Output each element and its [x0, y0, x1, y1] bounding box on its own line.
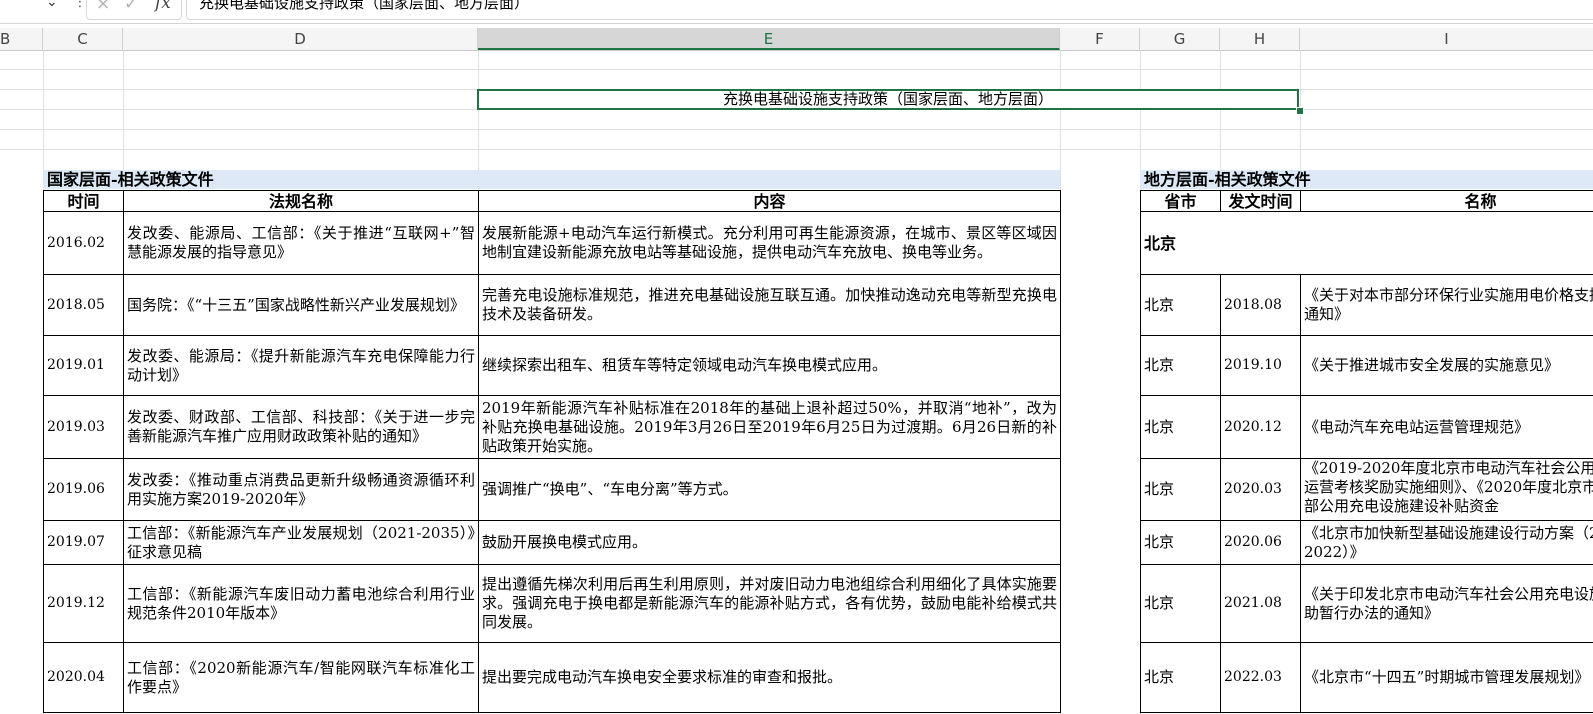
cell-time[interactable]: 2019.12	[43, 564, 124, 643]
column-header-i[interactable]: I	[1300, 28, 1593, 50]
column-header-bar: B C D E F G H I	[0, 28, 1593, 51]
cell-name[interactable]: 《2019-2020年度北京市电动汽车社会公用充电设施运营考核奖励实施细则》、《…	[1300, 458, 1593, 521]
name-box-dropdown-icon[interactable]: ⌄	[46, 0, 58, 10]
table-row: 2020.04 工信部：《2020新能源汽车/智能网联汽车标准化工作要点》 提出…	[43, 642, 1061, 713]
group-row: 北京	[1140, 211, 1593, 275]
cell-time[interactable]: 2020.12	[1220, 395, 1301, 459]
more-options-icon[interactable]: ⋮	[73, 0, 87, 10]
cell-time[interactable]: 2018.08	[1220, 274, 1301, 336]
column-header-b[interactable]: B	[0, 28, 43, 50]
header-name: 名称	[1300, 190, 1593, 212]
cell-name[interactable]: 发改委、能源局：《提升新能源汽车充电保障能力行动计划》	[123, 335, 479, 396]
cell-content[interactable]: 2019年新能源汽车补贴标准在2018年的基础上退补超过50%，并取消“地补”，…	[478, 395, 1061, 459]
group-label-beijing[interactable]: 北京	[1140, 211, 1593, 275]
cell-name[interactable]: 《关于对本市部分环保行业实施用电价格支持政策的通知》	[1300, 274, 1593, 336]
cell-content[interactable]: 完善充电设施标准规范，推进充电基础设施互联互通。加快推动逸动充电等新型充换电技术…	[478, 274, 1061, 336]
insert-function-icon[interactable]: fx	[155, 0, 171, 13]
cell-name[interactable]: 工信部：《新能源汽车废旧动力蓄电池综合利用行业规范条件2010年版本》	[123, 564, 479, 643]
cell-name[interactable]: 《北京市加快新型基础设施建设行动方案（2020-2022）》	[1300, 520, 1593, 565]
cell-city[interactable]: 北京	[1140, 520, 1221, 565]
cell-city[interactable]: 北京	[1140, 335, 1221, 396]
cell-content[interactable]: 鼓励开展换电模式应用。	[478, 520, 1061, 565]
table-row: 北京 2022.03 《北京市“十四五”时期城市管理发展规划》	[1140, 642, 1593, 713]
table-header-row: 时间 法规名称 内容	[43, 190, 1061, 212]
national-section-title: 国家层面-相关政策文件	[43, 170, 1060, 189]
table-row: 北京 2021.08 《关于印发北京市电动汽车社会公用充电设施运营补助暂行办法的…	[1140, 564, 1593, 643]
cell-name[interactable]: 工信部：《新能源汽车产业发展规划（2021-2035）》征求意见稿	[123, 520, 479, 565]
national-policy-table: 时间 法规名称 内容 2016.02 发改委、能源局、工信部：《关于推进“互联网…	[43, 190, 1061, 713]
cell-time[interactable]: 2020.04	[43, 642, 124, 713]
formula-bar: ⌄ ⋮ × ✓ fx 充换电基础设施支持政策（国家层面、地方层面）	[0, 0, 1593, 24]
cell-content[interactable]: 提出要完成电动汽车换电安全要求标准的审查和报批。	[478, 642, 1061, 713]
cell-content[interactable]: 发展新能源+电动汽车运行新模式。充分利用可再生能源资源，在城市、景区等区域因地制…	[478, 211, 1061, 275]
table-row: 北京 2020.06 《北京市加快新型基础设施建设行动方案（2020-2022）…	[1140, 520, 1593, 565]
cell-name[interactable]: 发改委、财政部、工信部、科技部：《关于进一步完善新能源汽车推广应用财政政策补贴的…	[123, 395, 479, 459]
cell-name[interactable]: 工信部：《2020新能源汽车/智能网联汽车标准化工作要点》	[123, 642, 479, 713]
cell-time[interactable]: 2019.10	[1220, 335, 1301, 396]
table-row: 北京 2020.12 《电动汽车充电站运营管理规范》	[1140, 395, 1593, 459]
fill-handle[interactable]	[1296, 107, 1304, 115]
cell-name[interactable]: 发改委：《推动重点消费品更新升级畅通资源循环利用实施方案2019-2020年》	[123, 458, 479, 521]
table-row: 北京 2019.10 《关于推进城市安全发展的实施意见》	[1140, 335, 1593, 396]
cell-city[interactable]: 北京	[1140, 564, 1221, 643]
table-row: 北京 2018.08 《关于对本市部分环保行业实施用电价格支持政策的通知》	[1140, 274, 1593, 336]
cell-time[interactable]: 2019.06	[43, 458, 124, 521]
cell-content[interactable]: 强调推广“换电”、“车电分离”等方式。	[478, 458, 1061, 521]
header-regulation-name: 法规名称	[123, 190, 479, 212]
table-row: 2018.05 国务院：《“十三五”国家战略性新兴产业发展规划》 完善充电设施标…	[43, 274, 1061, 336]
column-header-d[interactable]: D	[123, 28, 478, 50]
cell-city[interactable]: 北京	[1140, 458, 1221, 521]
formula-text: 充换电基础设施支持政策（国家层面、地方层面）	[199, 0, 530, 12]
cell-name[interactable]: 《关于推进城市安全发展的实施意见》	[1300, 335, 1593, 396]
table-row: 2019.01 发改委、能源局：《提升新能源汽车充电保障能力行动计划》 继续探索…	[43, 335, 1061, 396]
cell-city[interactable]: 北京	[1140, 274, 1221, 336]
cell-time[interactable]: 2019.03	[43, 395, 124, 459]
column-header-f[interactable]: F	[1060, 28, 1140, 50]
cell-time[interactable]: 2019.07	[43, 520, 124, 565]
cell-name[interactable]: 《电动汽车充电站运营管理规范》	[1300, 395, 1593, 459]
selected-title-cell[interactable]: 充换电基础设施支持政策（国家层面、地方层面）	[477, 89, 1299, 110]
table-row: 2019.12 工信部：《新能源汽车废旧动力蓄电池综合利用行业规范条件2010年…	[43, 564, 1061, 643]
cancel-icon[interactable]: ×	[96, 0, 110, 14]
local-policy-table: 省市 发文时间 名称 北京 北京 2018.08 《关于对本市部分环保行业实施用…	[1140, 190, 1593, 713]
column-header-g[interactable]: G	[1140, 28, 1220, 50]
column-header-h[interactable]: H	[1220, 28, 1300, 50]
cell-time[interactable]: 2022.03	[1220, 642, 1301, 713]
header-city: 省市	[1140, 190, 1221, 212]
cell-content[interactable]: 提出遵循先梯次利用后再生利用原则，并对废旧动力电池组综合利用细化了具体实施要求。…	[478, 564, 1061, 643]
table-row: 北京 2020.03 《2019-2020年度北京市电动汽车社会公用充电设施运营…	[1140, 458, 1593, 521]
header-time: 时间	[43, 190, 124, 212]
cell-time[interactable]: 2018.05	[43, 274, 124, 336]
cell-time[interactable]: 2021.08	[1220, 564, 1301, 643]
cell-city[interactable]: 北京	[1140, 395, 1221, 459]
cell-city[interactable]: 北京	[1140, 642, 1221, 713]
header-issue-time: 发文时间	[1220, 190, 1301, 212]
column-header-e[interactable]: E	[478, 28, 1060, 50]
table-row: 2019.07 工信部：《新能源汽车产业发展规划（2021-2035）》征求意见…	[43, 520, 1061, 565]
cell-name[interactable]: 国务院：《“十三五”国家战略性新兴产业发展规划》	[123, 274, 479, 336]
cell-name[interactable]: 发改委、能源局、工信部：《关于推进“互联网+”智慧能源发展的指导意见》	[123, 211, 479, 275]
table-header-row: 省市 发文时间 名称	[1140, 190, 1593, 212]
table-row: 2019.03 发改委、财政部、工信部、科技部：《关于进一步完善新能源汽车推广应…	[43, 395, 1061, 459]
header-content: 内容	[478, 190, 1061, 212]
cell-time[interactable]: 2016.02	[43, 211, 124, 275]
table-row: 2016.02 发改委、能源局、工信部：《关于推进“互联网+”智慧能源发展的指导…	[43, 211, 1061, 275]
local-section-title: 地方层面-相关政策文件	[1140, 170, 1593, 189]
cell-name[interactable]: 《关于印发北京市电动汽车社会公用充电设施运营补助暂行办法的通知》	[1300, 564, 1593, 643]
enter-icon[interactable]: ✓	[124, 0, 138, 14]
cell-time[interactable]: 2020.06	[1220, 520, 1301, 565]
cell-name[interactable]: 《北京市“十四五”时期城市管理发展规划》	[1300, 642, 1593, 713]
cell-content[interactable]: 继续探索出租车、租赁车等特定领域电动汽车换电模式应用。	[478, 335, 1061, 396]
cell-time[interactable]: 2020.03	[1220, 458, 1301, 521]
formula-input[interactable]: 充换电基础设施支持政策（国家层面、地方层面）	[186, 0, 1593, 20]
table-row: 2019.06 发改委：《推动重点消费品更新升级畅通资源循环利用实施方案2019…	[43, 458, 1061, 521]
cell-time[interactable]: 2019.01	[43, 335, 124, 396]
column-header-c[interactable]: C	[43, 28, 123, 50]
